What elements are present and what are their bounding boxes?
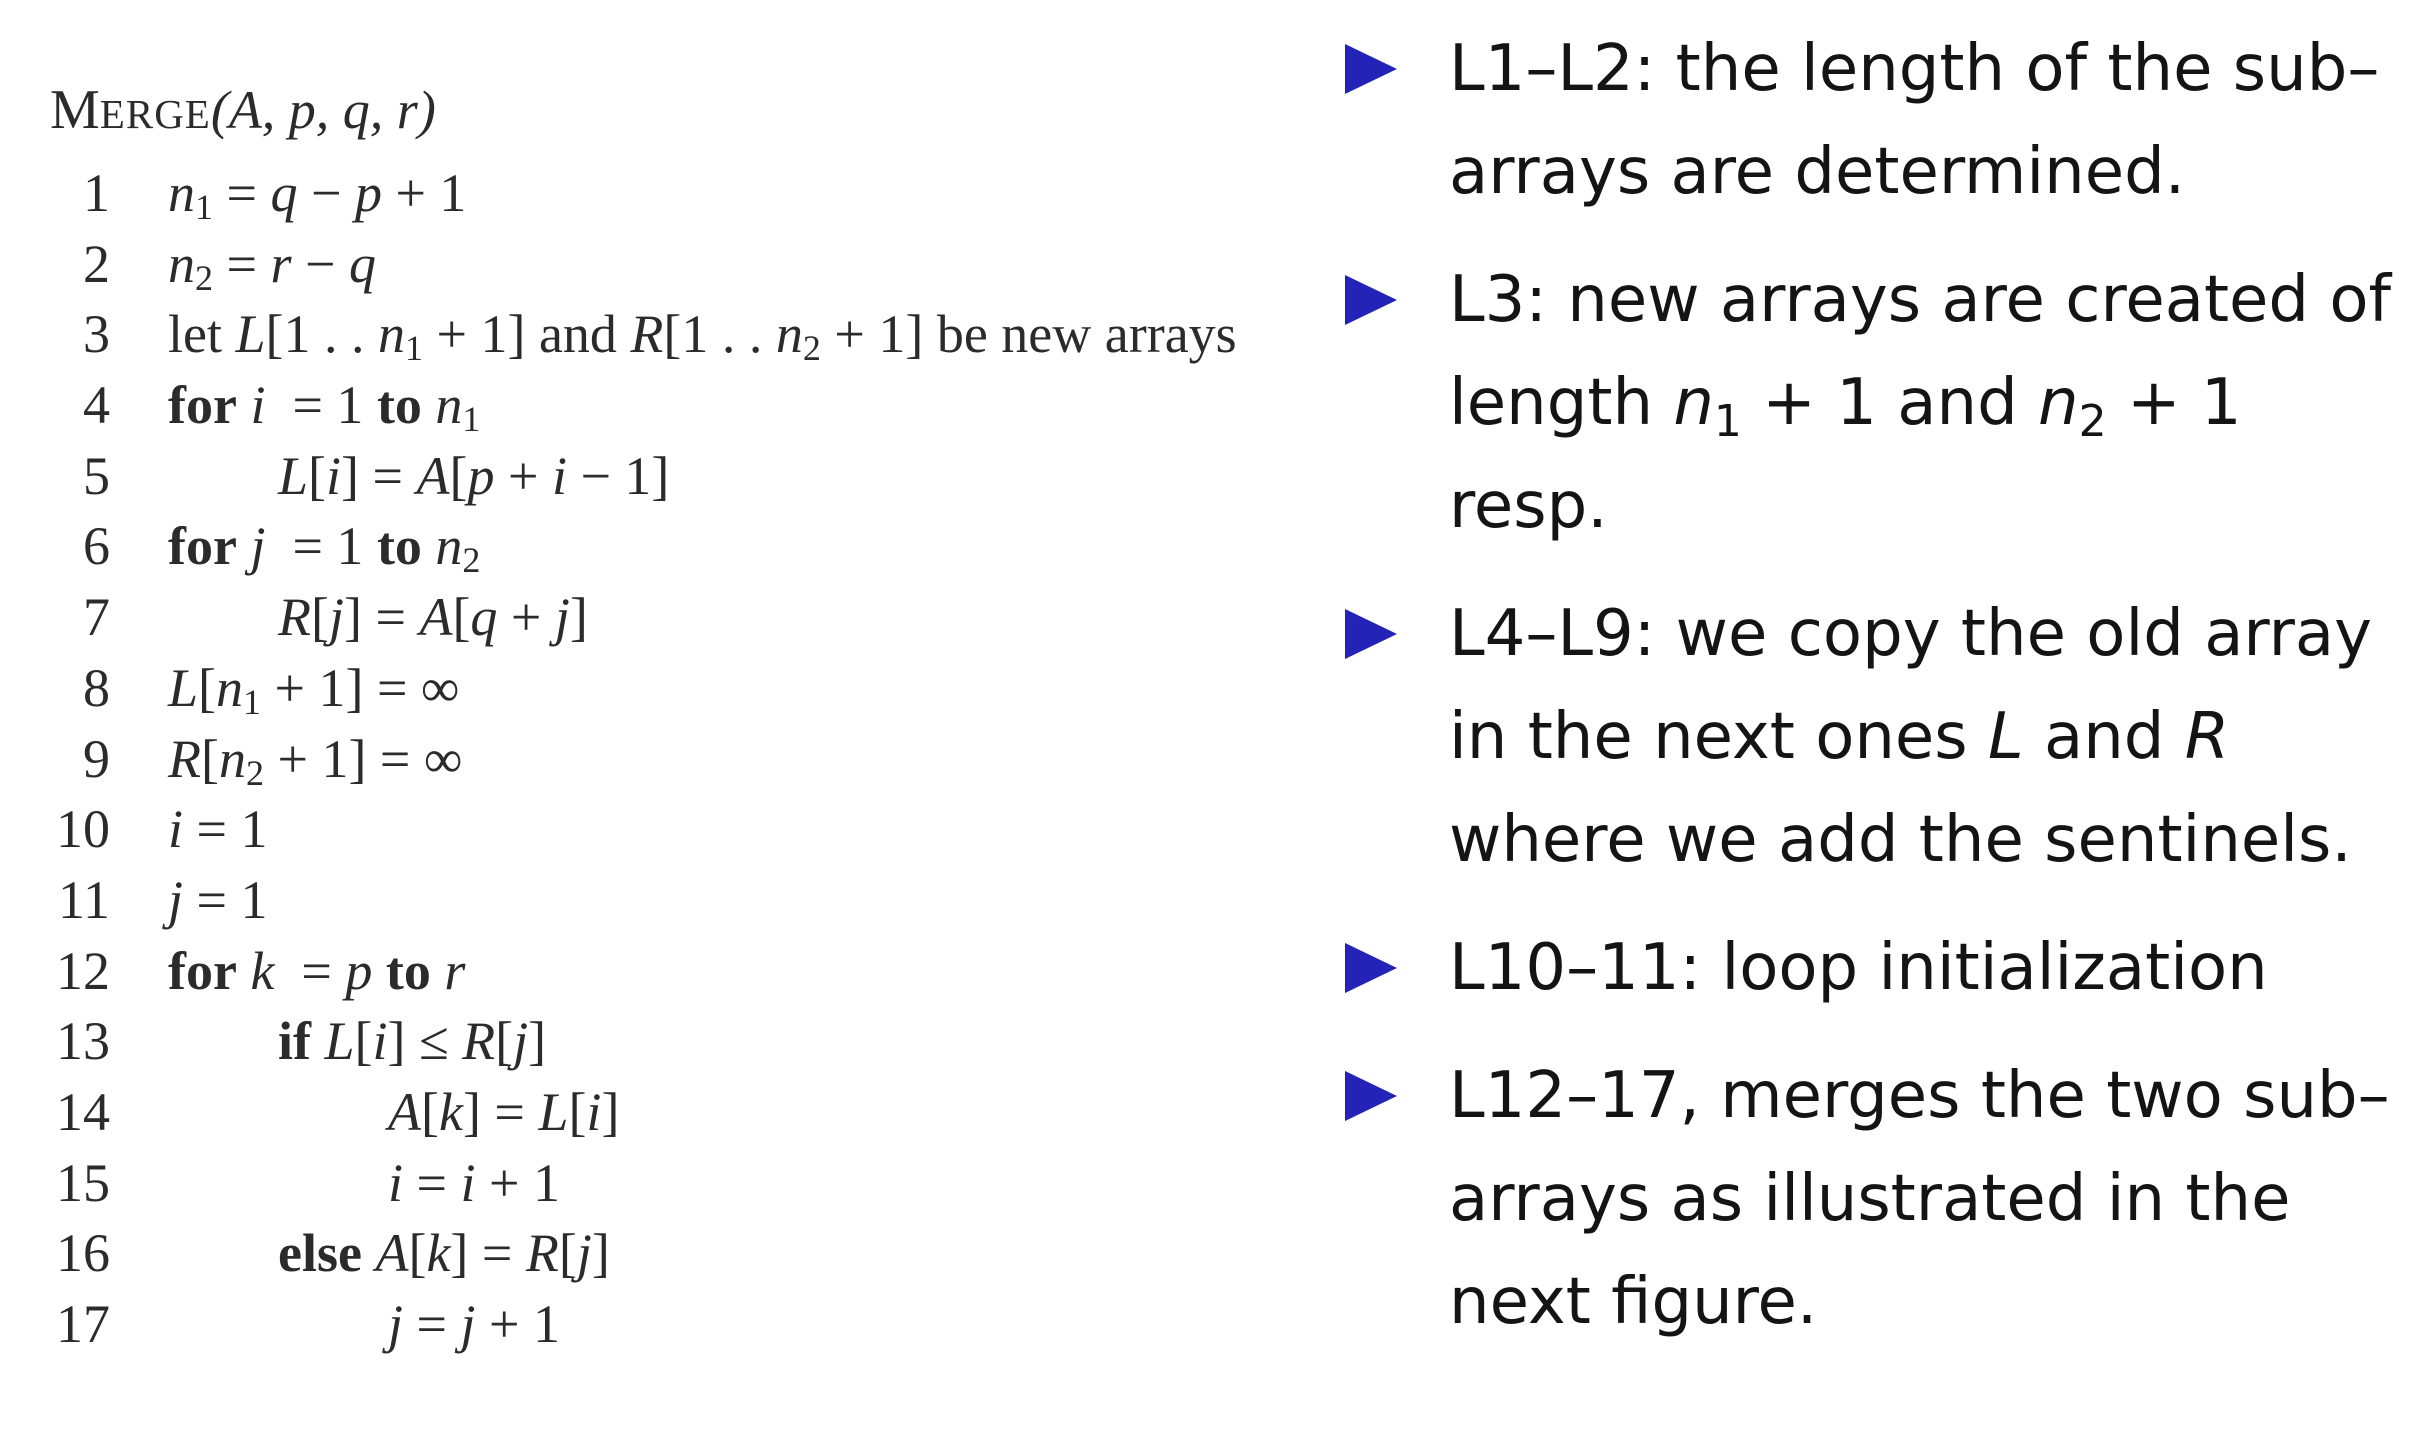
line-number: 5: [83, 445, 110, 506]
code-statement: i = 1: [168, 799, 268, 860]
code-line-13: 13 if L[i] ≤ R[j]: [50, 1006, 1380, 1077]
code-statement: L[i] = A[p + i − 1]: [278, 445, 670, 506]
code-statement: for j = 1 to n2: [168, 516, 481, 581]
procedure-name-initial: M: [50, 79, 100, 141]
line-number: 14: [56, 1081, 110, 1142]
code-statement: for k = p to r: [168, 940, 466, 1001]
pseudocode-block: MERGE(A, p, q, r) 1 n1 = q − p + 1 2 n2 …: [50, 70, 1380, 1360]
bullet-item: L1–L2: the length of the sub–arrays are …: [1345, 18, 2405, 224]
code-statement: n2 = r − q: [168, 233, 376, 298]
line-number: 15: [56, 1152, 110, 1213]
code-line-11: 11 j = 1: [50, 865, 1380, 936]
code-statement: j = 1: [168, 869, 268, 930]
code-line-2: 2 n2 = r − q: [50, 229, 1380, 300]
code-line-1: 1 n1 = q − p + 1: [50, 158, 1380, 229]
line-number: 8: [83, 657, 110, 718]
line-number: 7: [83, 587, 110, 648]
code-line-4: 4 for i = 1 to n1: [50, 370, 1380, 441]
code-line-17: 17 j = j + 1: [50, 1289, 1380, 1360]
bullet-triangle-icon: [1345, 1071, 1397, 1121]
line-number: 13: [56, 1011, 110, 1072]
bullet-text: L1–L2: the length of the sub–arrays are …: [1449, 32, 2380, 209]
line-number: 6: [83, 516, 110, 577]
code-line-10: 10 i = 1: [50, 794, 1380, 865]
code-statement: j = j + 1: [388, 1294, 560, 1354]
code-statement: L[n1 + 1] = ∞: [168, 657, 460, 722]
code-statement: let L[1 . . n1 + 1] and R[1 . . n2 + 1] …: [168, 304, 1237, 369]
bullet-text: L3: new arrays are created of length n1 …: [1449, 263, 2392, 543]
explanation-list: L1–L2: the length of the sub–arrays are …: [1345, 18, 2405, 1379]
line-number: 1: [83, 163, 110, 223]
bullet-item: L4–L9: we copy the old array in the next…: [1345, 583, 2405, 892]
code-line-6: 6 for j = 1 to n2: [50, 511, 1380, 582]
line-number: 9: [83, 728, 110, 789]
code-statement: R[j] = A[q + j]: [278, 587, 588, 648]
code-line-15: 15 i = i + 1: [50, 1148, 1380, 1219]
line-number: 16: [56, 1223, 110, 1284]
bullet-text: L12–17, merges the two sub–arrays as ill…: [1449, 1059, 2390, 1339]
code-line-8: 8 L[n1 + 1] = ∞: [50, 653, 1380, 724]
bullet-text: L4–L9: we copy the old array in the next…: [1449, 597, 2372, 877]
code-line-7: 7 R[j] = A[q + j]: [50, 582, 1380, 653]
line-number: 4: [83, 375, 110, 436]
code-line-9: 9 R[n2 + 1] = ∞: [50, 724, 1380, 795]
bullet-item: L12–17, merges the two sub–arrays as ill…: [1345, 1045, 2405, 1354]
code-statement: for i = 1 to n1: [168, 375, 481, 440]
procedure-name-rest: ERGE: [99, 91, 211, 137]
code-statement: n1 = q − p + 1: [168, 163, 467, 227]
line-number: 17: [56, 1294, 110, 1354]
code-line-12: 12 for k = p to r: [50, 936, 1380, 1007]
bullet-item: L3: new arrays are created of length n1 …: [1345, 249, 2405, 558]
line-number: 11: [58, 869, 110, 930]
line-number: 12: [56, 940, 110, 1001]
procedure-params: (A, p, q, r): [210, 80, 436, 140]
code-statement: else A[k] = R[j]: [278, 1223, 610, 1284]
code-line-14: 14 A[k] = L[i]: [50, 1077, 1380, 1148]
line-number: 2: [83, 233, 110, 294]
bullet-triangle-icon: [1345, 44, 1397, 94]
bullet-item: L10–11: loop initialization: [1345, 917, 2405, 1020]
code-line-5: 5 L[i] = A[p + i − 1]: [50, 441, 1380, 512]
bullet-text: L10–11: loop initialization: [1449, 931, 2268, 1005]
bullet-triangle-icon: [1345, 609, 1397, 659]
code-statement: A[k] = L[i]: [388, 1081, 620, 1142]
code-line-16: 16 else A[k] = R[j]: [50, 1218, 1380, 1289]
code-statement: R[n2 + 1] = ∞: [168, 728, 463, 793]
bullet-triangle-icon: [1345, 943, 1397, 993]
code-statement: i = i + 1: [388, 1152, 560, 1213]
code-statement: if L[i] ≤ R[j]: [278, 1011, 547, 1072]
line-number: 3: [83, 304, 110, 365]
line-number: 10: [56, 799, 110, 860]
code-line-3: 3 let L[1 . . n1 + 1] and R[1 . . n2 + 1…: [50, 299, 1380, 370]
procedure-signature: MERGE(A, p, q, r): [50, 70, 1380, 150]
bullet-triangle-icon: [1345, 275, 1397, 325]
